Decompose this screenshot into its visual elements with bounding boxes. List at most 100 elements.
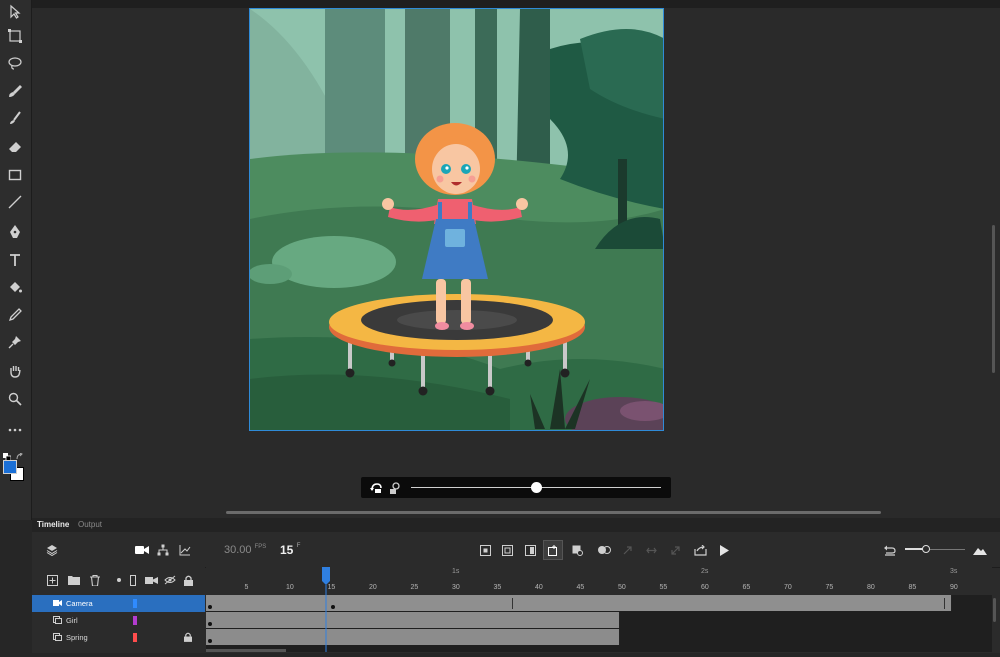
ruler-frame-label: 10 (286, 584, 294, 591)
ruler-frame-label: 25 (410, 584, 419, 591)
tween-icon[interactable] (596, 543, 612, 557)
pen-tool-icon[interactable] (5, 222, 25, 242)
ruler-frame-label: 55 (659, 584, 668, 591)
text-tool-icon[interactable] (5, 250, 25, 270)
ruler-frame-label: 80 (867, 584, 875, 591)
camera-slider-thumb[interactable] (531, 482, 542, 493)
current-frame-readout[interactable]: 15 F (280, 543, 300, 557)
mountain-zoom-icon[interactable] (972, 543, 988, 557)
brush-tool-icon[interactable] (5, 108, 25, 128)
frame-unit: F (296, 543, 301, 549)
play-icon[interactable] (717, 543, 731, 557)
new-layer-icon[interactable] (46, 574, 58, 586)
timeline-controls (32, 533, 1000, 568)
new-folder-icon[interactable] (67, 574, 81, 586)
classic-tween-icon (620, 543, 634, 557)
paint-brush-tool-icon[interactable] (5, 81, 25, 101)
spring-frame-span[interactable] (206, 629, 620, 645)
hand-tool-icon[interactable] (5, 361, 25, 381)
zoom-tool-icon[interactable] (5, 389, 25, 409)
camera-rotate-icon[interactable] (368, 480, 384, 495)
pin-tool-icon[interactable] (5, 332, 25, 352)
tab-output[interactable]: Output (78, 520, 102, 529)
top-strip (0, 0, 1000, 8)
delete-layer-icon[interactable] (89, 574, 101, 586)
keyframe[interactable] (208, 605, 212, 609)
eyedropper-tool-icon[interactable] (5, 305, 25, 325)
rectangle-tool-icon[interactable] (5, 165, 25, 185)
panel-tabs: Timeline Output (32, 518, 1000, 532)
free-transform-tool-icon[interactable] (5, 26, 25, 46)
ruler-frame-label: 70 (784, 584, 792, 591)
ruler-frame-label: 40 (535, 584, 543, 591)
camera-zoom-icon[interactable] (387, 480, 403, 495)
ruler-frame-label: 75 (825, 584, 834, 591)
eraser-tool-icon[interactable] (5, 136, 25, 156)
layer-row-spring[interactable]: Spring (32, 629, 205, 646)
lock-icon[interactable] (184, 632, 192, 642)
layer-name: Girl (66, 616, 78, 625)
swap-colors-icon[interactable] (16, 448, 24, 460)
more-tools-icon[interactable] (5, 420, 25, 440)
hide-all-icon[interactable] (163, 574, 176, 586)
layer-icon (53, 616, 62, 624)
fill-color-swatch[interactable] (3, 460, 17, 474)
layer-color-swatch[interactable] (133, 633, 137, 642)
ruler-frame-label: 50 (618, 584, 626, 591)
ruler-frame-label: 30 (452, 584, 460, 591)
ruler-frame-label: 60 (701, 584, 709, 591)
insert-keyframe-icon[interactable] (543, 540, 563, 560)
lock-all-icon[interactable] (182, 574, 194, 586)
camera-icon[interactable] (134, 543, 150, 557)
stage[interactable] (249, 8, 664, 431)
layer-header (32, 567, 205, 595)
keyframe-marker (512, 598, 513, 609)
keyframe[interactable] (208, 639, 212, 643)
layer-color-swatch[interactable] (133, 616, 137, 625)
camera-frame-span[interactable] (206, 595, 952, 611)
motion-tween-icon (668, 543, 682, 557)
outline-all-icon[interactable] (129, 574, 137, 586)
selection-tool-icon[interactable] (5, 2, 25, 22)
paint-bucket-tool-icon[interactable] (5, 278, 25, 298)
layer-row-girl[interactable]: Girl (32, 612, 205, 629)
keyframe[interactable] (208, 622, 212, 626)
center-frame-icon[interactable] (478, 543, 492, 557)
insert-blank-keyframe-icon[interactable] (570, 543, 584, 557)
onion-skin-icon[interactable] (523, 543, 537, 557)
girl-frame-span[interactable] (206, 612, 620, 628)
tools-panel (0, 0, 32, 520)
export-icon[interactable] (692, 543, 708, 557)
ruler-frame-label: 90 (950, 584, 958, 591)
timeline-vertical-scrollbar[interactable] (993, 598, 996, 622)
ruler-frame-label: 45 (576, 584, 585, 591)
ruler-second-label: 1s (452, 568, 460, 575)
stage-horizontal-scrollbar[interactable] (226, 511, 881, 514)
keyframe[interactable] (331, 605, 335, 609)
attach-camera-icon[interactable] (144, 574, 158, 586)
playhead[interactable] (322, 567, 330, 652)
timeline-zoom-fill (905, 548, 923, 550)
fps-readout[interactable]: 30.00 FPS (224, 544, 266, 556)
ruler-second-label: 2s (701, 568, 709, 575)
show-all-icon[interactable] (116, 575, 122, 585)
camera-layer-icon (53, 600, 62, 606)
stage-vertical-scrollbar[interactable] (992, 225, 995, 373)
ruler-frame-label: 85 (908, 584, 917, 591)
layers-icon[interactable] (45, 543, 59, 557)
layer-name: Camera (66, 599, 93, 608)
tab-timeline[interactable]: Timeline (37, 520, 69, 529)
layer-parenting-icon[interactable] (156, 543, 170, 557)
graph-editor-icon[interactable] (178, 543, 192, 557)
line-tool-icon[interactable] (5, 192, 25, 212)
ruler-frame-label: 65 (742, 584, 751, 591)
ruler-frame-label: 35 (493, 584, 502, 591)
layer-color-swatch[interactable] (133, 599, 137, 608)
default-colors-icon[interactable] (3, 448, 12, 462)
lasso-tool-icon[interactable] (5, 53, 25, 73)
undo-span-icon[interactable] (883, 543, 897, 557)
layer-row-camera[interactable]: Camera (32, 595, 205, 612)
timeline-zoom-thumb[interactable] (922, 545, 930, 553)
loop-icon[interactable] (500, 543, 514, 557)
shape-tween-icon (644, 543, 658, 557)
